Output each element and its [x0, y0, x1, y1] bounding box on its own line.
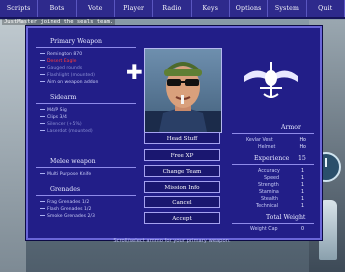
accept-button[interactable]: Accept — [144, 212, 220, 224]
menu-quit[interactable]: Quit — [307, 0, 345, 17]
top-menu-bar: Scripts Bots Vote Player Radio Keys Opti… — [0, 0, 345, 19]
menu-options[interactable]: Options — [230, 0, 269, 17]
seals-emblem-icon — [244, 62, 298, 98]
soldier-portrait-icon — [145, 62, 221, 132]
divider — [232, 164, 314, 165]
divider — [232, 133, 314, 134]
divider — [36, 103, 136, 104]
primary-item[interactable]: Remington 870 — [40, 52, 82, 57]
mission-info-button[interactable]: Mission Info — [144, 181, 220, 193]
skill-value: 1 — [300, 197, 304, 202]
menu-radio[interactable]: Radio — [153, 0, 192, 17]
armor-value: Ho — [299, 138, 306, 143]
sidearm-item[interactable]: M4/P Sig — [40, 108, 67, 113]
free-xp-button[interactable]: Free XP — [144, 149, 220, 161]
sidearm-item[interactable]: Laserdot (mounted) — [40, 129, 93, 134]
melee-item[interactable]: Multi Purpose Knife — [40, 172, 91, 177]
skill-label: Strength — [258, 183, 279, 188]
menu-keys[interactable]: Keys — [192, 0, 230, 17]
menu-system[interactable]: System — [268, 0, 307, 17]
divider — [36, 195, 136, 196]
background-wall — [0, 20, 26, 272]
divider — [36, 167, 136, 168]
total-weight-title: Total Weight — [266, 214, 306, 221]
melee-title: Melee weapon — [50, 158, 96, 165]
menu-bots[interactable]: Bots — [38, 0, 77, 17]
armor-title: Armor — [281, 124, 301, 131]
experience-label: Experience — [254, 155, 290, 162]
skill-value: 1 — [300, 183, 304, 188]
skill-value: 1 — [300, 176, 304, 181]
sidearm-item[interactable]: Silencer (+5%) — [40, 122, 82, 127]
primary-item[interactable]: Aim on weapon addon — [40, 80, 98, 85]
help-hint: Scroll/select ammo for your primary weap… — [113, 238, 231, 244]
character-portrait — [144, 48, 222, 133]
chat-message: JustMaster joined the seals team. — [2, 19, 116, 25]
divider — [36, 47, 136, 48]
grenade-item[interactable]: Flash Grenades 1/2 — [40, 207, 91, 212]
grenades-title: Grenades — [50, 186, 81, 193]
skill-value: 1 — [300, 204, 304, 209]
loadout-panel: Primary Weapon Remington 870 Desert Eagl… — [26, 26, 322, 240]
skill-label: Technical — [256, 204, 279, 209]
menu-scripts[interactable]: Scripts — [0, 0, 39, 17]
skill-label: Stamina — [259, 190, 279, 195]
armor-label: Helmet — [258, 145, 276, 150]
primary-weapon-title: Primary Weapon — [50, 38, 102, 45]
grenade-item[interactable]: Frag Grenades 1/2 — [40, 200, 89, 205]
cancel-button[interactable]: Cancel — [144, 196, 220, 208]
sidearm-title: Sidearm — [50, 94, 77, 101]
change-team-button[interactable]: Change Team — [144, 165, 220, 177]
divider — [232, 223, 314, 224]
menu-player[interactable]: Player — [115, 0, 154, 17]
skill-value: 1 — [300, 190, 304, 195]
primary-item-selected[interactable]: Desert Eagle — [40, 59, 76, 64]
add-icon[interactable]: ✚ — [126, 62, 143, 82]
menu-vote[interactable]: Vote — [77, 0, 115, 17]
skill-label: Accuracy — [258, 169, 280, 174]
weight-label: Weight Cap — [250, 227, 278, 232]
weight-value: 0 — [300, 227, 304, 232]
skill-value: 1 — [300, 169, 304, 174]
sidearm-item[interactable]: Clips 3/4 — [40, 115, 67, 120]
skill-label: Stealth — [261, 197, 279, 202]
primary-item[interactable]: Gauged rounds — [40, 66, 82, 71]
grenade-item[interactable]: Smoke Grenades 2/3 — [40, 214, 95, 219]
head-stuff-button[interactable]: Head Stuff — [144, 132, 220, 144]
skill-label: Speed — [264, 176, 280, 181]
armor-value: Ho — [299, 145, 306, 150]
armor-label: Kevlar Vest — [246, 138, 273, 143]
primary-item[interactable]: Flashlight (mounted) — [40, 73, 95, 78]
experience-value: 15 — [298, 155, 306, 162]
